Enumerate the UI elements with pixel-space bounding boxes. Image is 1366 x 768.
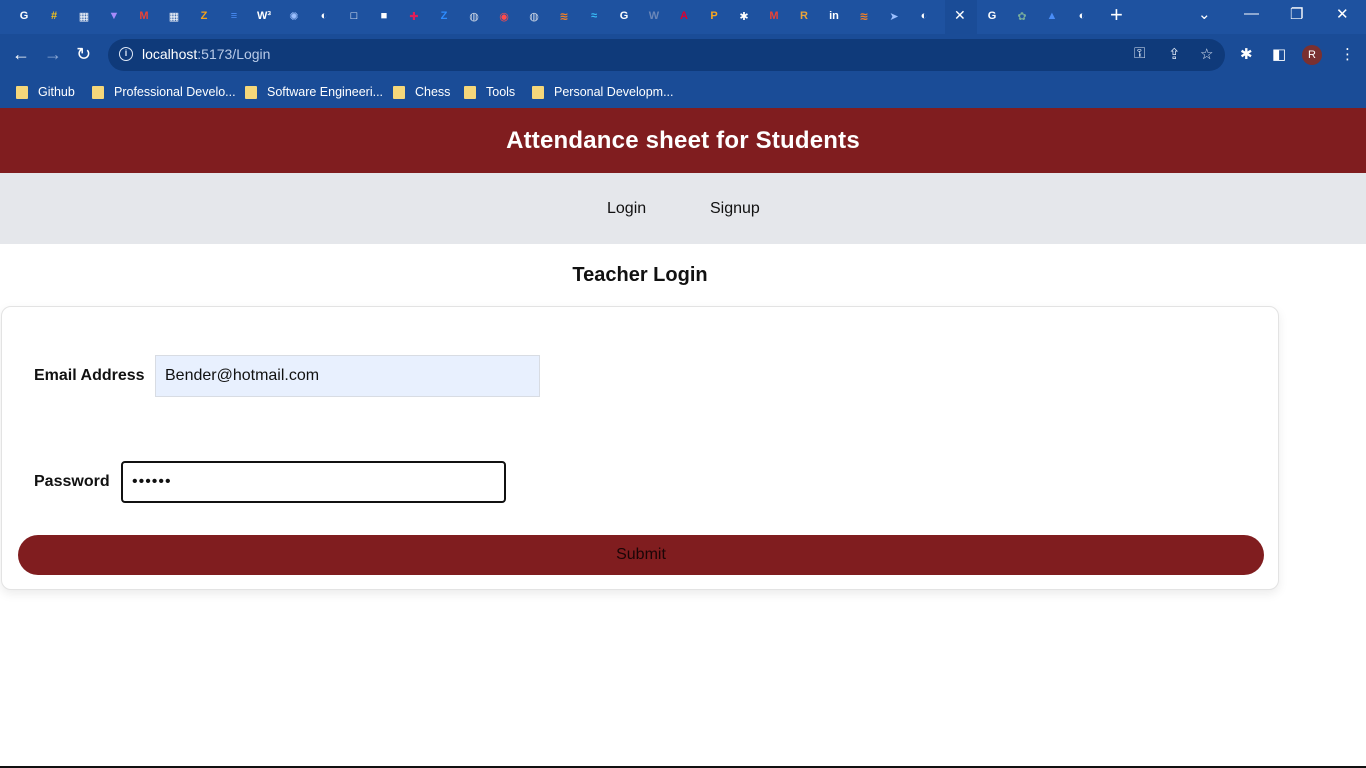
password-field[interactable] (121, 461, 506, 503)
folder-icon (464, 85, 476, 99)
angular-tab-icon[interactable]: A (675, 7, 693, 25)
github-tab-icon[interactable]: ◐ (315, 7, 333, 25)
stackoverflow-tab-icon-2[interactable]: ≋ (855, 7, 873, 25)
square-tab-icon[interactable]: □ (345, 7, 363, 25)
globe-tab-icon-2[interactable]: ◍ (525, 7, 543, 25)
notion-tab-icon[interactable]: ■ (375, 7, 393, 25)
bookmark-star-icon[interactable]: ☆ (1200, 45, 1213, 63)
google-tab-icon-3[interactable]: G (983, 7, 1001, 25)
main-nav: Login Signup (0, 173, 1366, 244)
nav-signup-link[interactable]: Signup (710, 200, 760, 218)
url-text[interactable]: localhost:5173/Login (142, 46, 270, 62)
folder-icon (92, 85, 104, 99)
bookmark-label: Github (38, 85, 75, 99)
reload-icon[interactable]: ↻ (76, 44, 91, 64)
url-path: :5173/Login (197, 46, 271, 62)
key-icon[interactable]: ⚿ (1134, 45, 1145, 62)
active-tab[interactable]: ✕ (945, 0, 977, 34)
password-label: Password (34, 473, 110, 490)
r-tab-icon[interactable]: R (795, 7, 813, 25)
slack-tab-icon[interactable]: ✚ (405, 7, 423, 25)
github-tab-icon-2[interactable]: ◐ (915, 7, 933, 25)
address-bar[interactable]: i localhost:5173/Login ⚿ ⇪ ☆ (108, 39, 1225, 71)
postman-tab-icon[interactable]: P (705, 7, 723, 25)
close-tab-icon[interactable]: ✕ (954, 7, 966, 24)
login-form: Email Address Password Submit (1, 306, 1279, 590)
restore-icon[interactable]: ❐ (1290, 5, 1303, 23)
tailwind-tab-icon[interactable]: ≈ (585, 7, 603, 25)
new-tab-button[interactable]: + (1110, 4, 1123, 26)
folder-icon (245, 85, 257, 99)
google-tab-icon[interactable]: G (15, 7, 33, 25)
chatgpt-tab-icon[interactable]: ✿ (1013, 7, 1031, 25)
gmail-tab-icon-2[interactable]: M (765, 7, 783, 25)
hash-tab-icon[interactable]: # (45, 7, 63, 25)
zoom-tab-icon[interactable]: Z (435, 7, 453, 25)
bookmark-label: Software Engineeri... (267, 85, 384, 99)
email-label: Email Address (34, 367, 145, 384)
url-host: localhost (142, 46, 198, 62)
profile-avatar[interactable]: R (1302, 45, 1322, 65)
bookmark-label: Tools (486, 85, 516, 99)
email-field[interactable] (155, 355, 540, 397)
extension-tab-icon[interactable]: ✱ (735, 7, 753, 25)
github-tab-icon-3[interactable]: ◐ (1073, 7, 1091, 25)
bookmark-chess[interactable]: Chess (393, 83, 450, 101)
bookmark-label: Chess (415, 85, 451, 99)
forward-icon[interactable]: → (44, 44, 62, 64)
share-icon[interactable]: ⇪ (1168, 45, 1181, 63)
bookmark-tools[interactable]: Tools (464, 83, 515, 101)
side-panel-icon[interactable]: ◧ (1272, 45, 1286, 63)
w3schools-tab-icon[interactable]: W³ (255, 7, 273, 25)
back-icon[interactable]: ← (12, 44, 30, 64)
extensions-icon[interactable]: ✱ (1240, 45, 1253, 63)
google-tab-icon-2[interactable]: G (615, 7, 633, 25)
zoho-tab-icon[interactable]: Z (195, 7, 213, 25)
menu-icon[interactable]: ⋮ (1340, 45, 1355, 63)
gmail-tab-icon[interactable]: M (135, 7, 153, 25)
site-info-icon[interactable]: i (119, 47, 133, 61)
send-tab-icon[interactable]: ➤ (885, 7, 903, 25)
stackoverflow-tab-icon[interactable]: ≋ (555, 7, 573, 25)
bookmark-label: Personal Developm... (554, 85, 674, 99)
trello-tab-icon[interactable]: ▦ (75, 7, 93, 25)
site-header: Attendance sheet for Students (0, 108, 1366, 173)
tab-search-icon[interactable]: ⌄ (1198, 5, 1211, 23)
form-title: Teacher Login (572, 264, 708, 286)
nav-login-link[interactable]: Login (607, 200, 646, 218)
folder-icon (393, 85, 405, 99)
bookmark-github[interactable]: Github (16, 83, 75, 101)
bookmark-label: Professional Develo... (114, 85, 236, 99)
submit-button[interactable]: Submit (18, 535, 1264, 575)
folder-icon (532, 85, 544, 99)
close-window-icon[interactable]: ✕ (1336, 5, 1349, 23)
linkedin-tab-icon[interactable]: in (825, 7, 843, 25)
site-title: Attendance sheet for Students (506, 126, 860, 154)
school-tab-icon[interactable]: ▲ (1043, 7, 1061, 25)
docs-tab-icon[interactable]: ≡ (225, 7, 243, 25)
record-tab-icon[interactable]: ◉ (495, 7, 513, 25)
trello-tab-icon-2[interactable]: ▦ (165, 7, 183, 25)
globe-tab-icon[interactable]: ◍ (465, 7, 483, 25)
browser-toolbar: ← → ↻ i localhost:5173/Login ⚿ ⇪ ☆ (0, 34, 1366, 76)
spinner-tab-icon[interactable]: ✺ (285, 7, 303, 25)
vite-tab-icon[interactable]: ▼ (105, 7, 123, 25)
bookmarks-bar: Github Professional Develo... Software E… (0, 76, 1366, 108)
bookmark-personal-development[interactable]: Personal Developm... (532, 83, 674, 101)
wordpress-tab-icon[interactable]: W (645, 7, 663, 25)
bookmark-software-engineering[interactable]: Software Engineeri... (245, 83, 383, 101)
tab-strip: ✕ + ⌄ — ❐ ✕ G # ▦ ▼ M ▦ Z ≡ W³ ✺ ◐ □ ■ ✚ Z ◍ ◉ ◍ ≋ ≈ G W A P ✱ M R… (0, 0, 1366, 34)
bookmark-professional-development[interactable]: Professional Develo... (92, 83, 236, 101)
folder-icon (16, 85, 28, 99)
minimize-icon[interactable]: — (1244, 5, 1259, 22)
